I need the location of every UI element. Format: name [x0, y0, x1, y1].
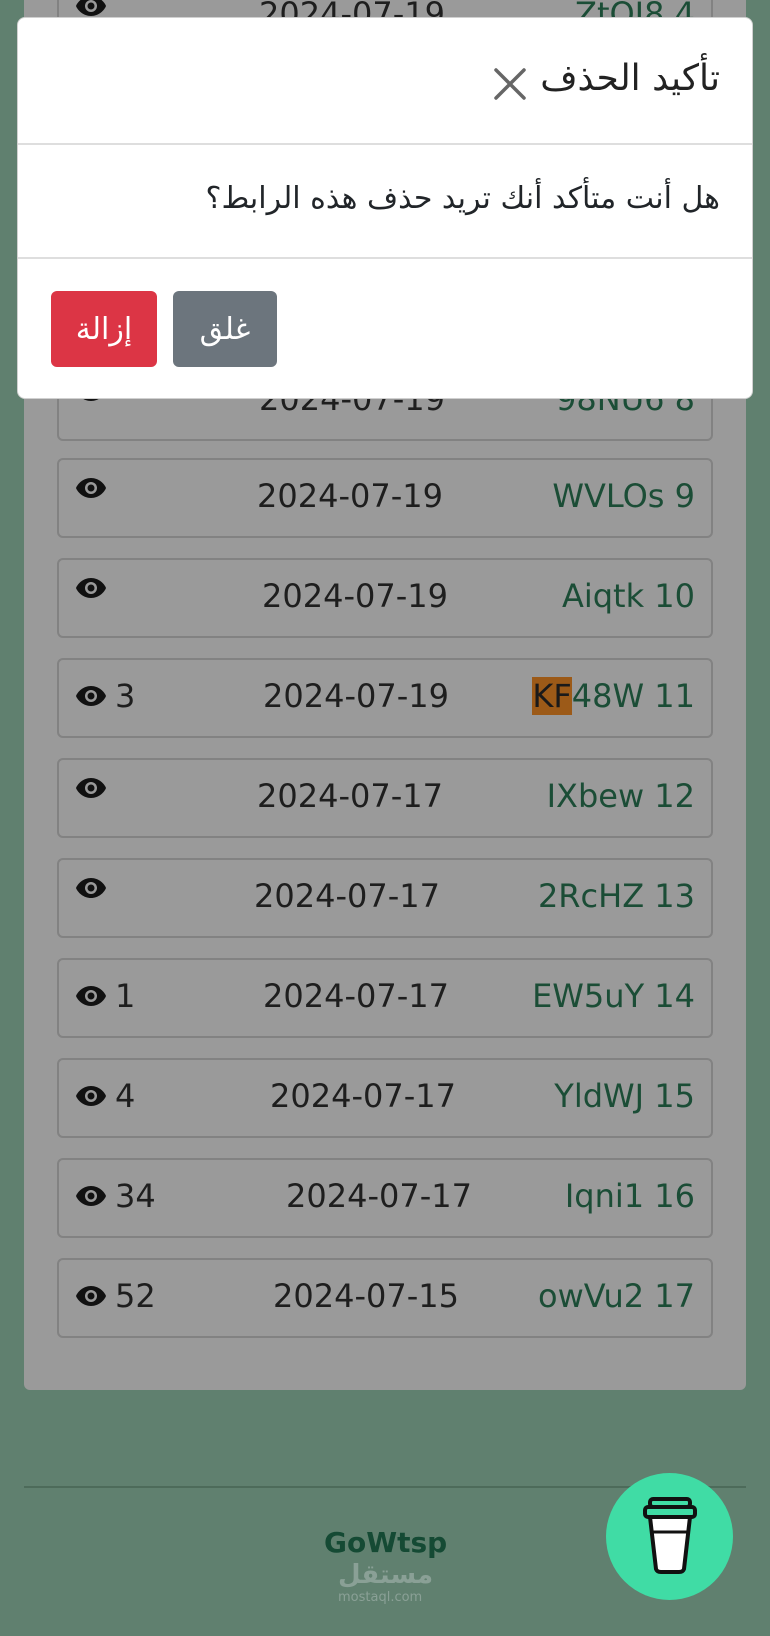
link-date: 2024-07-15: [273, 1277, 459, 1315]
views-number: 52: [115, 1277, 156, 1315]
link-code[interactable]: YldWJ 15: [554, 1077, 695, 1115]
link-row: owVu2 17 2024-07-15 52: [57, 1258, 713, 1338]
link-row: KF48W 11 2024-07-19 3: [57, 658, 713, 738]
link-date: 2024-07-17: [257, 777, 443, 815]
link-code-rest: 48W 11: [571, 677, 695, 715]
views-number: 4: [115, 1077, 136, 1115]
link-date: 2024-07-17: [270, 1077, 456, 1115]
views-number: 1: [115, 977, 136, 1015]
eye-icon[interactable]: [75, 877, 107, 899]
eye-icon[interactable]: [75, 477, 107, 499]
views-count[interactable]: 1: [75, 977, 135, 1015]
link-date: 2024-07-17: [254, 877, 440, 915]
views-count[interactable]: [75, 877, 107, 899]
views-count[interactable]: 34: [75, 1177, 156, 1215]
buy-me-a-coffee-button[interactable]: [606, 1473, 733, 1600]
close-icon[interactable]: [490, 64, 530, 104]
search-highlight: KF: [532, 677, 572, 715]
eye-icon[interactable]: [75, 685, 107, 707]
link-row: EW5uY 14 2024-07-17 1: [57, 958, 713, 1038]
eye-icon[interactable]: [75, 777, 107, 799]
modal-message: هل أنت متأكد أنك تريد حذف هذه الرابط؟: [205, 181, 720, 216]
link-code[interactable]: WVLOs 9: [552, 477, 695, 515]
modal-body: هل أنت متأكد أنك تريد حذف هذه الرابط؟: [18, 143, 752, 259]
modal-header: تأكيد الحذف: [18, 18, 752, 145]
link-date: 2024-07-19: [263, 677, 449, 715]
link-row: 2RcHZ 13 2024-07-17: [57, 858, 713, 938]
link-row: WVLOs 9 2024-07-19: [57, 458, 713, 538]
coffee-cup-icon: [642, 1496, 698, 1578]
link-code[interactable]: EW5uY 14: [532, 977, 695, 1015]
link-code[interactable]: KF48W 11: [532, 677, 695, 715]
link-code[interactable]: owVu2 17: [538, 1277, 695, 1315]
link-row: Iqni1 16 2024-07-17 34: [57, 1158, 713, 1238]
link-date: 2024-07-17: [286, 1177, 472, 1215]
link-date: 2024-07-19: [262, 577, 448, 615]
views-count[interactable]: 3: [75, 677, 135, 715]
views-number: 34: [115, 1177, 156, 1215]
close-button[interactable]: غلق: [173, 291, 277, 367]
eye-icon[interactable]: [75, 1185, 107, 1207]
views-count[interactable]: [75, 577, 107, 599]
eye-icon[interactable]: [75, 1285, 107, 1307]
views-count[interactable]: [75, 0, 107, 17]
eye-icon[interactable]: [75, 577, 107, 599]
link-date: 2024-07-19: [257, 477, 443, 515]
link-code[interactable]: IXbew 12: [547, 777, 695, 815]
link-code[interactable]: Aiqtk 10: [562, 577, 695, 615]
modal-title: تأكيد الحذف: [540, 58, 720, 99]
eye-icon[interactable]: [75, 1085, 107, 1107]
link-row: YldWJ 15 2024-07-17 4: [57, 1058, 713, 1138]
eye-icon[interactable]: [75, 985, 107, 1007]
views-count[interactable]: 4: [75, 1077, 135, 1115]
views-count[interactable]: [75, 777, 107, 799]
link-code[interactable]: 2RcHZ 13: [538, 877, 695, 915]
delete-confirm-modal: تأكيد الحذف هل أنت متأكد أنك تريد حذف هذ…: [17, 17, 753, 399]
link-code[interactable]: Iqni1 16: [565, 1177, 695, 1215]
footer-brand[interactable]: GoWtsp: [324, 1526, 447, 1559]
link-date: 2024-07-17: [263, 977, 449, 1015]
views-number: 3: [115, 677, 136, 715]
watermark-logo: مستقل: [338, 1560, 434, 1590]
views-count[interactable]: 52: [75, 1277, 156, 1315]
views-count[interactable]: [75, 477, 107, 499]
link-row: Aiqtk 10 2024-07-19: [57, 558, 713, 638]
eye-icon[interactable]: [75, 0, 107, 17]
watermark-url: mostaql.com: [338, 1590, 423, 1605]
link-row: IXbew 12 2024-07-17: [57, 758, 713, 838]
delete-button[interactable]: إزالة: [51, 291, 157, 367]
